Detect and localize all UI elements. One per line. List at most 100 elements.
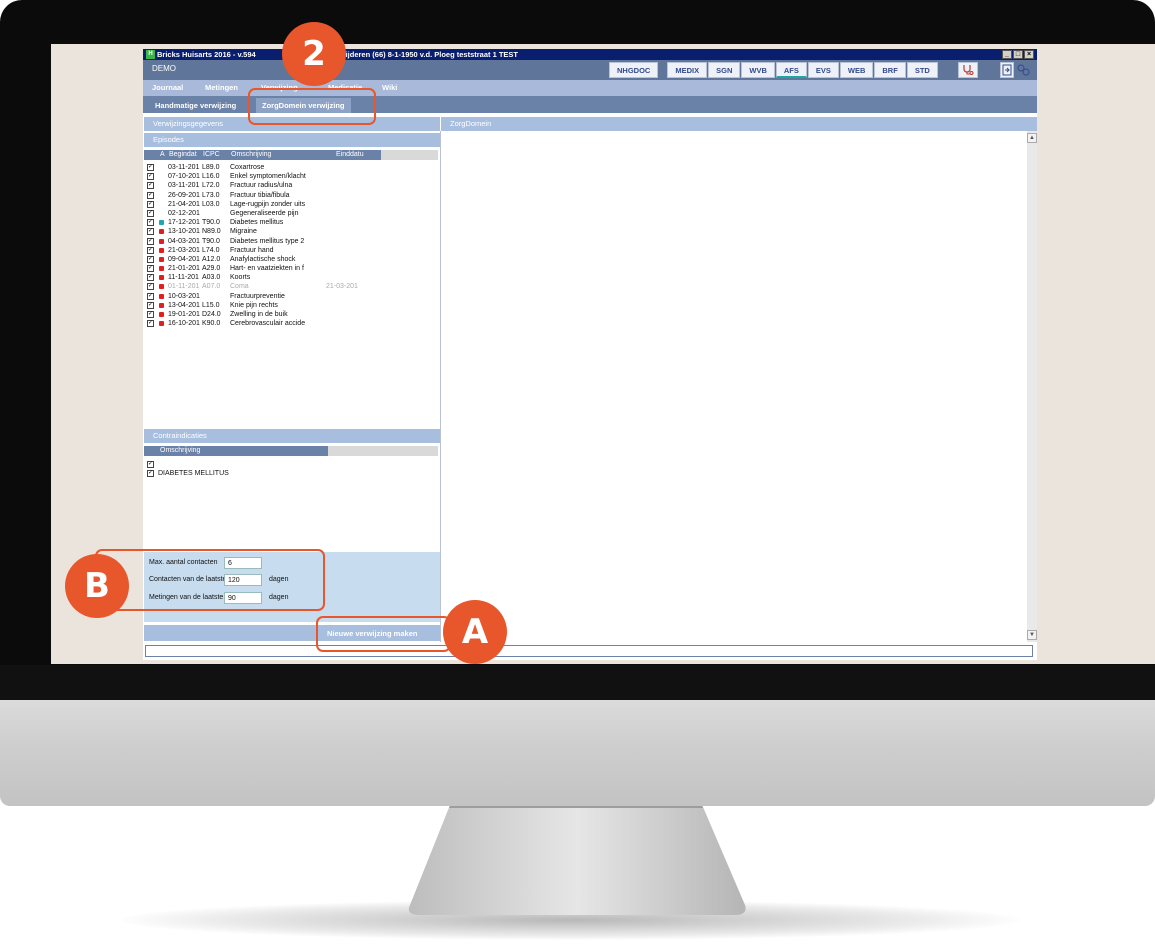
- row-checkbox[interactable]: ✓: [147, 228, 154, 236]
- close-button[interactable]: ×: [1024, 50, 1034, 59]
- nav-journaal[interactable]: Journaal: [152, 83, 183, 92]
- episode-row[interactable]: ✓ 07-10-201 L16.0 Enkel symptomen/klacht: [146, 172, 440, 181]
- episode-description: Coma: [230, 283, 249, 291]
- row-checkbox[interactable]: ✓: [147, 246, 154, 254]
- row-checkbox[interactable]: ✓: [147, 274, 154, 282]
- episode-icpc: L73.0: [202, 191, 220, 199]
- episode-start-date: 21-01-201: [168, 265, 200, 273]
- episode-start-date: 01-11-201: [168, 283, 200, 291]
- col-omschrijving-ci[interactable]: Omschrijving: [160, 446, 200, 456]
- command-input[interactable]: [145, 645, 1033, 657]
- episode-icpc: A29.0: [202, 265, 221, 273]
- row-checkbox[interactable]: ✓: [147, 461, 154, 468]
- tab-medix[interactable]: MEDIX: [667, 62, 708, 78]
- stage: H Bricks Huisarts 2016 - v.594 erwijderen…: [0, 0, 1155, 947]
- minimize-button[interactable]: _: [1002, 50, 1012, 59]
- status-red-icon: [159, 321, 164, 327]
- export-icon[interactable]: [1000, 62, 1014, 78]
- episode-icpc: K90.0: [202, 320, 221, 328]
- module-tabs: NHGDOC MEDIX SGN WVB AFS EVS WEB BRF STD: [609, 62, 938, 78]
- row-checkbox[interactable]: ✓: [147, 301, 154, 309]
- row-checkbox[interactable]: ✓: [147, 191, 154, 199]
- episode-start-date: 13-10-201: [168, 228, 200, 236]
- nav-wiki[interactable]: Wiki: [382, 83, 397, 92]
- episode-icpc: A07.0: [202, 283, 221, 291]
- episode-start-date: 19-01-201: [168, 311, 200, 318]
- row-checkbox[interactable]: ✓: [147, 311, 154, 318]
- row-checkbox[interactable]: ✓: [147, 173, 154, 181]
- monitor-chin: [0, 698, 1155, 806]
- episode-row[interactable]: ✓ 21-04-201 L03.0 Lage-rugpijn zonder uits: [146, 200, 440, 209]
- episode-row[interactable]: ✓ 11-11-201 A03.0 Koorts: [146, 273, 440, 282]
- tab-brf[interactable]: BRF: [874, 62, 906, 78]
- nav-metingen[interactable]: Metingen: [205, 83, 238, 92]
- row-checkbox[interactable]: ✓: [147, 164, 154, 171]
- episode-start-date: 26-09-201: [168, 191, 200, 199]
- tab-sgn[interactable]: SGN: [708, 62, 741, 78]
- row-checkbox[interactable]: ✓: [147, 182, 154, 190]
- episode-description: Coxartrose: [230, 164, 265, 171]
- episode-start-date: 03-11-201: [168, 182, 200, 190]
- stethoscope-icon[interactable]: [958, 62, 978, 78]
- row-checkbox[interactable]: ✓: [147, 219, 154, 227]
- episode-description: Fractuur hand: [230, 246, 274, 254]
- col-icpc[interactable]: ICPC: [203, 150, 220, 160]
- status-red-icon: [159, 229, 164, 235]
- episode-row[interactable]: ✓ 03-11-201 L89.0 Coxartrose: [146, 163, 440, 172]
- episode-row[interactable]: ✓ 17-12-201 T90.0 Diabetes mellitus: [146, 218, 440, 227]
- row-checkbox[interactable]: ✓: [147, 283, 154, 291]
- episode-row[interactable]: ✓ 26-09-201 L73.0 Fractuur tibia/fibula: [146, 191, 440, 200]
- episode-row[interactable]: ✓ 21-01-201 A29.0 Hart- en vaatziekten in f: [146, 264, 440, 273]
- row-checkbox[interactable]: ✓: [147, 255, 154, 263]
- tab-wvb[interactable]: WVB: [741, 62, 775, 78]
- row-checkbox[interactable]: ✓: [147, 200, 154, 208]
- status-red-icon: [159, 312, 164, 317]
- tab-afs[interactable]: AFS: [775, 62, 807, 78]
- episode-description: Hart- en vaatziekten in f: [230, 265, 304, 273]
- col-begindat[interactable]: Begindat: [169, 150, 197, 160]
- contraindications-list: ✓ ✓ DIABETES MELLITUS: [146, 460, 440, 478]
- episode-icpc: L89.0: [202, 164, 220, 171]
- episode-row[interactable]: ✓ 10-03-201 Fractuurpreventie: [146, 292, 440, 301]
- col-a[interactable]: A: [160, 150, 165, 160]
- episodes-header: Episodes: [144, 133, 440, 147]
- episode-row[interactable]: ✓ 19-01-201 D24.0 Zwelling in de buik: [146, 310, 440, 319]
- callout-a-outline: [316, 616, 451, 652]
- link-icon[interactable]: [1015, 62, 1033, 78]
- row-checkbox[interactable]: ✓: [147, 237, 154, 245]
- tab-nhgdoc[interactable]: NHGDOC: [609, 62, 659, 78]
- row-checkbox[interactable]: ✓: [147, 265, 154, 273]
- row-checkbox[interactable]: ✓: [147, 470, 154, 478]
- maximize-button[interactable]: □: [1013, 50, 1023, 59]
- episode-row[interactable]: ✓ 03-11-201 L72.0 Fractuur radius/ulna: [146, 181, 440, 190]
- status-red-icon: [159, 275, 164, 281]
- episode-row[interactable]: ✓ 21-03-201 L74.0 Fractuur hand: [146, 246, 440, 255]
- episode-start-date: 16-10-201: [168, 320, 200, 328]
- episode-row[interactable]: ✓ 04-03-201 T90.0 Diabetes mellitus type 2: [146, 237, 440, 246]
- vertical-scrollbar[interactable]: ▲ ▼: [1027, 131, 1037, 642]
- episode-row[interactable]: ✓ 16-10-201 K90.0 Cerebrovasculair accide: [146, 319, 440, 328]
- episode-row[interactable]: ✓ 13-04-201 L15.0 Knie pijn rechts: [146, 301, 440, 310]
- episode-row[interactable]: ✓ 09-04-201 A12.0 Anafylactische shock: [146, 255, 440, 264]
- tab-evs[interactable]: EVS: [807, 62, 839, 78]
- col-einddatum[interactable]: Einddatu: [336, 150, 364, 160]
- row-checkbox[interactable]: ✓: [147, 292, 154, 300]
- contraindication-row[interactable]: ✓ DIABETES MELLITUS: [146, 469, 440, 478]
- episode-description: Knie pijn rechts: [230, 301, 278, 309]
- episode-row[interactable]: ✓ 13-10-201 N89.0 Migraine: [146, 227, 440, 236]
- tab-std[interactable]: STD: [906, 62, 938, 78]
- scroll-up-icon[interactable]: ▲: [1027, 133, 1037, 143]
- row-checkbox[interactable]: ✓: [147, 320, 154, 328]
- episode-row[interactable]: ✓ 01-11-201 A07.0 Coma 21-03-201: [146, 282, 440, 291]
- episode-row[interactable]: ✓ 02-12-201 Gegeneraliseerde pijn: [146, 209, 440, 218]
- contraindications-column-header: Omschrijving: [144, 446, 328, 456]
- tab-web[interactable]: WEB: [839, 62, 874, 78]
- tab-handmatige-verwijzing[interactable]: Handmatige verwijzing: [149, 98, 242, 113]
- status-red-icon: [159, 238, 164, 244]
- scroll-down-icon[interactable]: ▼: [1027, 630, 1037, 640]
- episode-start-date: 17-12-201: [168, 219, 200, 227]
- callout-2-badge: 2: [282, 22, 346, 86]
- contraindication-row[interactable]: ✓: [146, 460, 440, 469]
- row-checkbox[interactable]: ✓: [147, 209, 154, 217]
- col-omschrijving[interactable]: Omschrijving: [231, 150, 271, 160]
